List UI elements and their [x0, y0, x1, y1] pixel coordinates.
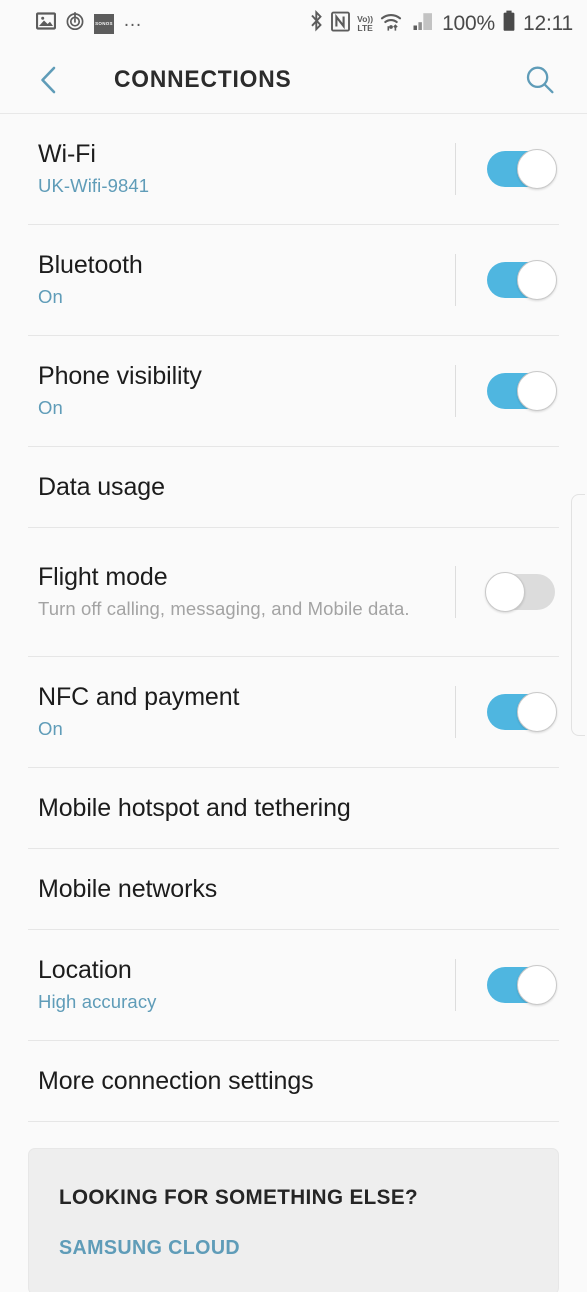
- setting-text-mobile-networks: Mobile networks: [38, 875, 587, 904]
- settings-list: Wi-Fi UK-Wifi-9841 Bluetooth On Phone vi…: [0, 114, 587, 1292]
- setting-title-phone-visibility: Phone visibility: [38, 362, 202, 391]
- toggle-location[interactable]: [487, 965, 557, 1005]
- setting-title-mobile-hotspot-and-tethering: Mobile hotspot and tethering: [38, 793, 351, 822]
- page-title: CONNECTIONS: [114, 66, 292, 93]
- back-chevron-icon: [41, 66, 56, 94]
- toggle-cell-flight-mode: [455, 528, 587, 656]
- battery-percentage: 100%: [442, 11, 495, 35]
- sonos-icon: SONOS: [94, 13, 114, 34]
- toggle-knob: [517, 965, 557, 1005]
- status-bar-system-icons: Vo)) LTE 100% 12:11: [309, 9, 573, 37]
- setting-text-bluetooth: Bluetooth On: [38, 251, 455, 308]
- app-bar: CONNECTIONS: [0, 47, 587, 114]
- setting-subtitle-location: High accuracy: [38, 991, 157, 1013]
- toggle-knob: [485, 572, 525, 612]
- setting-title-bluetooth: Bluetooth: [38, 251, 143, 280]
- setting-text-location: Location High accuracy: [38, 956, 455, 1013]
- alarm-power-icon: [65, 11, 85, 36]
- wifi-icon: [380, 11, 404, 37]
- setting-subtitle-wifi: UK-Wifi-9841: [38, 175, 150, 197]
- toggle-cell-nfc-and-payment: [455, 657, 587, 767]
- settings-screen: SONOS … Vo)) LTE 100% 12:11 CONNECTIONS …: [0, 0, 587, 1292]
- setting-row-nfc-and-payment[interactable]: NFC and payment On: [0, 657, 587, 767]
- setting-title-data-usage: Data usage: [38, 472, 165, 501]
- toggle-knob: [517, 371, 557, 411]
- toggle-nfc-and-payment[interactable]: [487, 692, 557, 732]
- battery-icon: [502, 10, 516, 37]
- setting-title-wifi: Wi-Fi: [38, 140, 96, 169]
- setting-text-wifi: Wi-Fi UK-Wifi-9841: [38, 140, 455, 197]
- setting-subtitle-flight-mode: Turn off calling, messaging, and Mobile …: [38, 598, 410, 620]
- toggle-wifi[interactable]: [487, 149, 557, 189]
- setting-row-more-connection-settings[interactable]: More connection settings: [0, 1041, 587, 1121]
- toggle-knob: [517, 260, 557, 300]
- cellular-signal-icon: [411, 11, 435, 37]
- setting-row-flight-mode[interactable]: Flight mode Turn off calling, messaging,…: [0, 528, 587, 656]
- status-bar: SONOS … Vo)) LTE 100% 12:11: [0, 0, 587, 47]
- bluetooth-icon: [309, 9, 324, 37]
- footer-card-wrapper: LOOKING FOR SOMETHING ELSE? SAMSUNG CLOU…: [0, 1122, 587, 1292]
- nfc-icon: [331, 11, 351, 37]
- toggle-cell-wifi: [455, 114, 587, 224]
- back-button[interactable]: [32, 63, 66, 97]
- volte-icon: Vo)) LTE: [357, 14, 374, 33]
- setting-text-phone-visibility: Phone visibility On: [38, 362, 455, 419]
- toggle-cell-location: [455, 930, 587, 1040]
- setting-title-mobile-networks: Mobile networks: [38, 874, 218, 903]
- setting-row-bluetooth[interactable]: Bluetooth On: [0, 225, 587, 335]
- setting-subtitle-phone-visibility: On: [38, 397, 63, 419]
- search-icon: [526, 66, 554, 94]
- looking-for-something-else-card: LOOKING FOR SOMETHING ELSE? SAMSUNG CLOU…: [28, 1148, 559, 1292]
- setting-row-phone-visibility[interactable]: Phone visibility On: [0, 336, 587, 446]
- toggle-bluetooth[interactable]: [487, 260, 557, 300]
- toggle-knob: [517, 692, 557, 732]
- toggle-cell-bluetooth: [455, 225, 587, 335]
- status-bar-notification-icons: SONOS …: [35, 9, 144, 36]
- setting-text-data-usage: Data usage: [38, 473, 587, 502]
- more-notifications-icon: …: [123, 9, 144, 31]
- setting-title-more-connection-settings: More connection settings: [38, 1066, 314, 1095]
- setting-text-nfc-and-payment: NFC and payment On: [38, 683, 455, 740]
- toggle-knob: [517, 149, 557, 189]
- setting-title-location: Location: [38, 956, 132, 985]
- clock: 12:11: [523, 11, 573, 35]
- setting-subtitle-bluetooth: On: [38, 286, 63, 308]
- image-icon: [35, 11, 57, 36]
- setting-row-wifi[interactable]: Wi-Fi UK-Wifi-9841: [0, 114, 587, 224]
- setting-row-mobile-networks[interactable]: Mobile networks: [0, 849, 587, 929]
- setting-row-mobile-hotspot-and-tethering[interactable]: Mobile hotspot and tethering: [0, 768, 587, 848]
- setting-row-data-usage[interactable]: Data usage: [0, 447, 587, 527]
- card-title: LOOKING FOR SOMETHING ELSE?: [59, 1185, 418, 1209]
- setting-row-location[interactable]: Location High accuracy: [0, 930, 587, 1040]
- setting-text-flight-mode: Flight mode Turn off calling, messaging,…: [38, 563, 455, 620]
- setting-text-more-connection-settings: More connection settings: [38, 1067, 587, 1096]
- toggle-flight-mode[interactable]: [485, 572, 555, 612]
- setting-title-nfc-and-payment: NFC and payment: [38, 683, 240, 712]
- toggle-phone-visibility[interactable]: [487, 371, 557, 411]
- scrollbar-thumb[interactable]: [571, 494, 585, 736]
- setting-text-mobile-hotspot-and-tethering: Mobile hotspot and tethering: [38, 794, 587, 823]
- search-button[interactable]: [521, 61, 559, 99]
- setting-title-flight-mode: Flight mode: [38, 563, 168, 592]
- samsung-cloud-link[interactable]: SAMSUNG CLOUD: [59, 1236, 240, 1260]
- setting-subtitle-nfc-and-payment: On: [38, 718, 63, 740]
- toggle-cell-phone-visibility: [455, 336, 587, 446]
